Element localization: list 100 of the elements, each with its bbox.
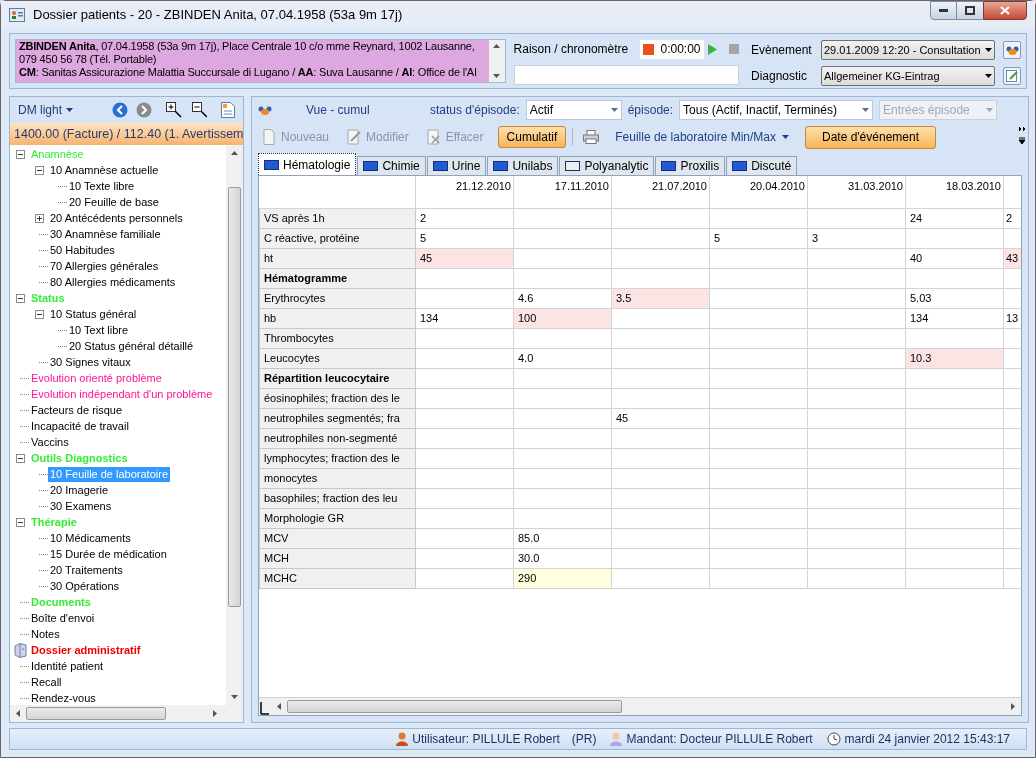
scrollbar[interactable] xyxy=(488,40,505,82)
table-cell: 24 xyxy=(905,208,1004,228)
episode-status-label: status d'épisode: xyxy=(430,102,520,119)
people-button[interactable] xyxy=(1003,41,1021,59)
tab[interactable]: Urine xyxy=(426,156,487,175)
collapse-icon[interactable] xyxy=(16,149,25,159)
record-icon xyxy=(642,43,654,55)
scroll-up-icon xyxy=(493,44,501,48)
table-cell: 45 xyxy=(611,408,710,428)
collapse-all-icon[interactable] xyxy=(191,102,208,118)
vertical-scrollbar[interactable] xyxy=(226,145,243,705)
tree-item[interactable]: Facteurs de risque xyxy=(29,402,125,418)
scroll-thumb[interactable] xyxy=(228,187,241,607)
cumulative-toggle[interactable]: Cumulatif xyxy=(497,126,567,148)
timer-display: 0:00:00 xyxy=(639,39,704,59)
row-header: neutrophiles non-segmenté xyxy=(259,428,416,448)
caret-icon xyxy=(986,108,994,112)
tree-item[interactable]: 30 Opérations xyxy=(48,578,122,594)
tree-item[interactable]: Rendez-vous xyxy=(29,690,98,705)
collapse-icon[interactable] xyxy=(16,453,25,463)
expand-icon[interactable] xyxy=(35,213,44,223)
tree-item[interactable]: 10 Anamnèse actuelle xyxy=(48,162,161,178)
tree-item[interactable]: Evolution orienté problème xyxy=(29,370,164,386)
tree-item[interactable]: 50 Habitudes xyxy=(48,242,117,258)
column-header: 17.11.2010 xyxy=(513,176,612,208)
scroll-thumb[interactable] xyxy=(287,700,622,713)
tab[interactable]: Hématologie xyxy=(258,153,357,175)
table-cell: 85.0 xyxy=(513,528,612,548)
tree-item[interactable]: 80 Allergies médicaments xyxy=(48,274,178,290)
collapse-icon[interactable] xyxy=(16,517,25,527)
tree-item[interactable]: Recall xyxy=(29,674,64,690)
people-icon xyxy=(1005,45,1019,55)
tree-item[interactable]: Vaccins xyxy=(29,434,71,450)
view-label: Vue - cumul xyxy=(306,102,371,119)
scroll-thumb[interactable] xyxy=(26,707,166,720)
minimize-button[interactable] xyxy=(930,1,957,20)
tree-item[interactable]: 70 Allergies générales xyxy=(48,258,161,274)
tree-item[interactable]: 30 Examens xyxy=(48,498,114,514)
row-header: C réactive, protéine xyxy=(259,228,416,248)
tree-item[interactable]: Boîte d'envoi xyxy=(29,610,97,626)
tab[interactable]: Proxilis xyxy=(655,156,726,175)
collapse-icon[interactable] xyxy=(35,309,44,319)
new-icon xyxy=(262,129,276,145)
row-header: éosinophiles; fraction des le xyxy=(259,388,416,408)
view-menu[interactable]: DM light xyxy=(18,101,97,119)
event-label: Evènement xyxy=(751,42,813,59)
date-time-text: mardi 24 janvier 2012 15:43:17 xyxy=(844,731,1010,748)
reason-field[interactable] xyxy=(513,65,739,85)
tree-item[interactable]: Notes xyxy=(29,626,62,642)
printer-icon[interactable] xyxy=(583,130,600,144)
table-cell: 2 xyxy=(415,208,514,228)
tree-item[interactable]: Dossier administratif xyxy=(29,642,143,658)
tab[interactable]: Unilabs xyxy=(487,156,559,175)
tree-item[interactable]: 15 Durée de médication xyxy=(48,546,169,562)
episode-dropdown[interactable]: Tous (Actif, Inactif, Terminés) xyxy=(679,100,874,120)
tab[interactable]: Chimie xyxy=(357,156,426,175)
tree-item[interactable]: 30 Signes vitaux xyxy=(48,354,133,370)
scroll-left-icon xyxy=(277,703,281,710)
column-header: 21.07.2010 xyxy=(611,176,710,208)
tab[interactable]: Discuté xyxy=(726,156,798,175)
tree-item[interactable]: 10 Status général xyxy=(48,306,139,322)
expand-all-icon[interactable] xyxy=(165,102,182,118)
document-icon[interactable] xyxy=(221,102,236,118)
maximize-button[interactable] xyxy=(957,1,983,20)
lab-sheet-dropdown[interactable]: Feuille de laboratoire Min/Max xyxy=(607,126,797,148)
tree-item[interactable]: 20 Status général détaillé xyxy=(67,338,196,354)
edit-icon xyxy=(1006,70,1018,82)
horizontal-scrollbar[interactable] xyxy=(10,705,243,722)
episode-status-dropdown[interactable]: Actif xyxy=(525,100,622,120)
event-date-button[interactable]: Date d'événement xyxy=(805,125,936,149)
tree-item[interactable]: 30 Anamnèse familiale xyxy=(48,226,163,242)
collapse-icon[interactable] xyxy=(16,293,25,303)
tree-item[interactable]: 20 Antécédents personnels xyxy=(48,210,185,226)
back-icon[interactable] xyxy=(112,102,129,118)
overflow-icon[interactable] xyxy=(1018,125,1026,145)
tree-item[interactable]: 10 Médicaments xyxy=(48,530,133,546)
maximize-icon xyxy=(965,6,975,15)
tree-item[interactable]: Evolution indépendant d'un problème xyxy=(29,386,215,402)
diagnostic-dropdown[interactable]: Allgemeiner KG-Eintrag xyxy=(821,66,995,86)
app-icon xyxy=(9,8,25,22)
forward-icon[interactable] xyxy=(136,102,152,118)
scroll-up-icon xyxy=(231,151,238,155)
tab[interactable]: Polyanalytic xyxy=(559,156,655,175)
edit-button[interactable] xyxy=(1003,67,1021,85)
tree-item[interactable]: 10 Text libre xyxy=(67,322,131,338)
tree-item[interactable]: 20 Feuille de base xyxy=(67,194,161,210)
episode-label: épisode: xyxy=(627,102,674,119)
row-header: ht xyxy=(259,248,416,268)
scroll-right-icon xyxy=(213,710,217,717)
event-dropdown[interactable]: 29.01.2009 12:20 - Consultation xyxy=(821,40,995,60)
close-button[interactable] xyxy=(983,1,1027,20)
tree-item[interactable]: 10 Texte libre xyxy=(67,178,137,194)
table-cell: 40 xyxy=(905,248,1004,268)
tree-item[interactable]: 20 Imagerie xyxy=(48,482,111,498)
tree-item[interactable]: Incapacité de travail xyxy=(29,418,131,434)
row-header: Répartition leucocytaire xyxy=(259,368,416,388)
tree-item[interactable]: Identité patient xyxy=(29,658,106,674)
collapse-icon[interactable] xyxy=(35,165,44,175)
tree-item[interactable]: 20 Traitements xyxy=(48,562,125,578)
table-cell: 3 xyxy=(807,228,906,248)
